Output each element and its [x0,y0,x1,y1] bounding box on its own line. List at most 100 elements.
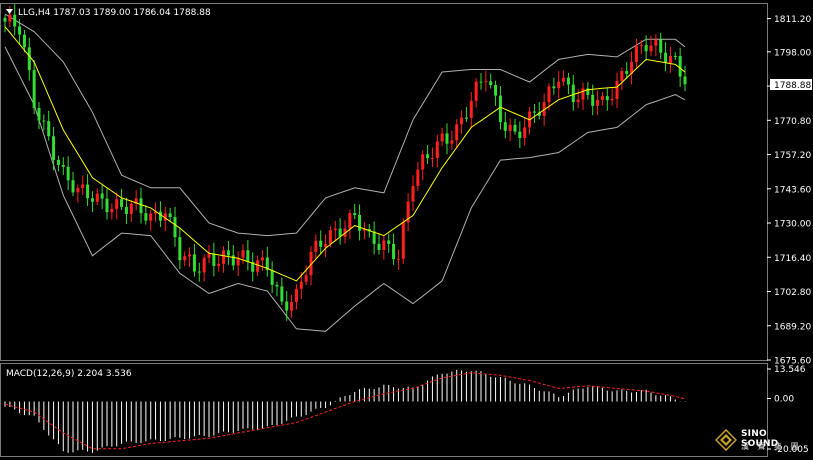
candle-body [95,193,99,202]
candle-body [377,243,381,251]
candle-body [183,256,187,261]
candle-body [581,88,585,100]
candle-body [8,14,12,22]
candle-body [178,237,182,261]
candle-body [207,253,211,258]
price-tick-label: 1743.60 [774,185,811,195]
candle-body [634,45,638,63]
price-tick-label: 1757.20 [774,151,811,161]
candle-body [372,231,376,244]
candle-body [489,81,493,86]
candle-body [158,211,162,221]
candle-body [202,257,206,273]
candle-body [401,222,405,259]
candle-body [644,45,648,52]
candle-body [100,193,104,199]
candle-body [285,301,289,311]
candle-body [552,86,556,89]
price-tick-label: 1798.00 [774,48,811,58]
candle-body [460,117,464,125]
candle-body [435,141,439,158]
candle-body [392,243,396,260]
candle-body [18,26,22,35]
candle [401,218,405,264]
candle-body [503,122,507,131]
logo-text-cn: 漢 聲 集 團 [741,442,802,451]
candle-body [324,243,328,247]
candle-body [508,124,512,131]
price-tick-label: 1770.80 [774,117,811,127]
candle-body [353,213,357,216]
candle-body [260,257,264,261]
diamond-logo-icon [715,429,737,451]
candle-body [47,121,51,137]
candle-body [664,52,668,63]
candle-body [430,157,434,159]
candle-body [76,187,80,193]
candle-body [304,275,308,282]
price-tick-label: 1689.20 [774,322,811,332]
candle-body [426,154,430,159]
candle-body [124,206,128,214]
candle-body [348,213,352,229]
candle-body [27,47,31,71]
candle-body [421,154,425,170]
candle-body [61,164,65,167]
candle-body [659,39,663,53]
candle-body [275,284,279,287]
candle-body [396,258,400,260]
candle-body [469,100,473,118]
candle-body [241,250,245,258]
price-axis: 1811.201798.001784.401770.801757.201743.… [767,15,811,367]
candle-body [668,55,672,63]
candle-body [600,96,604,100]
chart-header: LLG,H4 1787.03 1789.00 1786.04 1788.88 [6,8,211,18]
candle-body [246,250,250,262]
candle-body [280,286,284,302]
candle-body [192,254,196,272]
candle-body [610,98,614,101]
candle-body [56,159,60,165]
main-panel [0,3,768,361]
candle-body [479,81,483,83]
candle-body [129,203,133,214]
candle-body [450,140,454,144]
current-price-marker: 1788.88 [770,79,812,91]
macd-tick-label: 0.00 [774,395,794,405]
candle-body [188,254,192,257]
candle-body [22,34,26,48]
candle-body [513,124,517,132]
candle-body [523,127,527,138]
current-price-label: 1788.88 [774,81,811,91]
candle-body [596,99,600,106]
price-tick-label: 1730.00 [774,220,811,230]
candle-body [571,84,575,103]
candle-body [120,199,124,207]
candle-body [139,198,143,214]
candle-body [455,124,459,141]
price-tick-label: 1811.20 [774,15,811,25]
candle-body [66,166,70,181]
candle-body [294,288,298,302]
candle-body [290,301,294,311]
candle-body [52,136,56,160]
candle-body [314,240,318,252]
candle-body [32,70,36,109]
candle-body [620,71,624,81]
candle-body [222,250,226,264]
candle-body [37,108,41,121]
candle-body [625,71,629,74]
candle-body [649,45,653,52]
candle-body [411,185,415,202]
candle-body [591,94,595,106]
candle-body [149,213,153,221]
candle-body [42,120,46,122]
candle-body [81,184,85,188]
candle-body [547,86,551,103]
candle-body [518,131,522,138]
candle-body [86,184,90,199]
candle-body [90,198,94,202]
candle-body [3,17,7,22]
candle-body [654,39,658,46]
candle-body [498,95,502,123]
